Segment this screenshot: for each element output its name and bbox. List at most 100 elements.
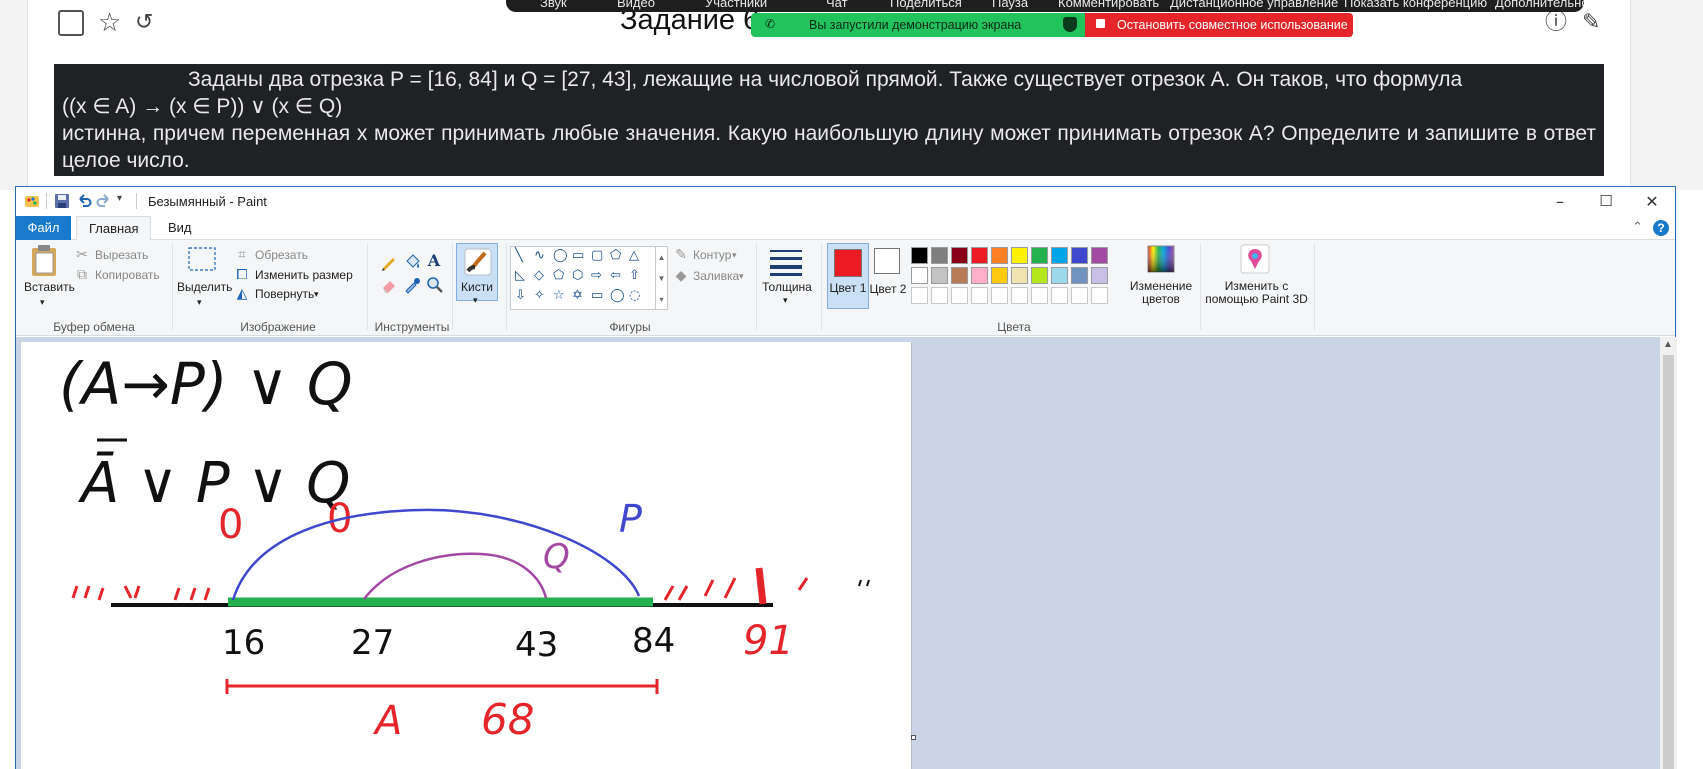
rectangle-shape-icon[interactable]: ▭ [572, 249, 584, 263]
palette-swatch-empty[interactable] [1051, 287, 1068, 304]
zoom-annotate-button[interactable]: Комментировать [1058, 0, 1159, 10]
palette-swatch[interactable] [1031, 247, 1048, 264]
palette-swatch[interactable] [1071, 247, 1088, 264]
palette-swatch[interactable] [991, 267, 1008, 284]
five-point-star-shape-icon[interactable]: ☆ [553, 289, 565, 303]
zoom-audio-button[interactable]: Звук [540, 0, 567, 10]
palette-swatch[interactable] [1011, 247, 1028, 264]
palette-swatch[interactable] [1051, 267, 1068, 284]
zoom-remote-control-button[interactable]: Дистанционное управление [1170, 0, 1338, 10]
size-dropdown-icon[interactable]: ▾ [783, 293, 788, 307]
hexagon-shape-icon[interactable]: ⬡ [572, 269, 583, 283]
rounded-callout-shape-icon[interactable]: ▭ [591, 289, 603, 303]
eraser-tool-icon[interactable] [380, 276, 398, 294]
left-arrow-shape-icon[interactable]: ⇦ [610, 269, 621, 283]
palette-swatch-empty[interactable] [911, 287, 928, 304]
select-button[interactable]: Выделить [177, 280, 232, 294]
palette-swatch[interactable] [1071, 267, 1088, 284]
palette-swatch[interactable] [951, 247, 968, 264]
palette-swatch[interactable] [1091, 247, 1108, 264]
scrollbar-thumb[interactable] [1663, 355, 1674, 769]
fill-dropdown-icon[interactable]: ▾ [739, 269, 744, 283]
paste-dropdown-icon[interactable]: ▾ [40, 295, 45, 309]
color-picker-icon[interactable] [403, 276, 421, 294]
customize-quick-access-icon[interactable]: ▾ [117, 193, 122, 204]
tab-home[interactable]: Главная [76, 216, 152, 241]
size-button[interactable]: Толщина [760, 280, 814, 294]
outline-button[interactable]: Контур [693, 248, 731, 262]
canvas-resize-handle[interactable] [911, 735, 916, 740]
zoom-chat-button[interactable]: Чат [826, 0, 848, 10]
curve-shape-icon[interactable]: ∿ [534, 249, 545, 263]
rotate-button[interactable]: Повернуть [255, 287, 314, 301]
zoom-video-button[interactable]: Видео [617, 0, 655, 10]
pentagon-shape-icon[interactable]: ⬠ [553, 269, 564, 283]
fill-tool-icon[interactable] [403, 253, 421, 271]
info-icon[interactable]: ⓘ [1545, 8, 1567, 38]
paint3d-icon[interactable] [1240, 244, 1270, 274]
palette-swatch[interactable] [991, 247, 1008, 264]
fill-button[interactable]: Заливка [693, 269, 739, 283]
save-icon[interactable] [54, 193, 70, 209]
copy-button[interactable]: Копировать [95, 268, 160, 282]
color2-button[interactable]: Цвет 2 [868, 283, 908, 296]
palette-swatch-empty[interactable] [1071, 287, 1088, 304]
right-arrow-shape-icon[interactable]: ⇨ [591, 269, 602, 283]
star-icon[interactable]: ☆ [98, 8, 121, 38]
edit-colors-icon[interactable] [1147, 245, 1175, 273]
redo-icon[interactable] [96, 193, 112, 209]
paste-icon[interactable] [30, 244, 60, 278]
rotate-dropdown-icon[interactable]: ▾ [314, 287, 319, 301]
palette-swatch-empty[interactable] [1031, 287, 1048, 304]
six-point-star-shape-icon[interactable]: ✡ [572, 289, 583, 303]
cloud-callout-shape-icon[interactable]: ◌ [629, 289, 640, 303]
pencil-tool-icon[interactable] [380, 253, 398, 271]
maximize-button[interactable]: ☐ [1583, 187, 1629, 216]
task-checkbox[interactable] [58, 10, 84, 36]
palette-swatch[interactable] [1051, 247, 1068, 264]
palette-swatch-empty[interactable] [951, 287, 968, 304]
palette-swatch-empty[interactable] [1011, 287, 1028, 304]
zoom-show-meeting-button[interactable]: Показать конференцию [1344, 0, 1487, 10]
paint3d-button[interactable]: Изменить с помощью Paint 3D [1204, 280, 1309, 306]
paste-button[interactable]: Вставить [24, 280, 75, 294]
palette-swatch[interactable] [971, 247, 988, 264]
outline-dropdown-icon[interactable]: ▾ [732, 248, 737, 262]
zoom-share-button[interactable]: Поделиться [890, 0, 962, 10]
drawing-canvas[interactable]: (A→P) ∨ Q Ā ∨ P ∨ Q 0 0 P Q 16 27 43 84 … [21, 342, 911, 769]
help-icon[interactable]: ? [1653, 220, 1669, 236]
stop-share-button[interactable]: Остановить совместное использование [1085, 13, 1353, 37]
select-dropdown-icon[interactable]: ▾ [197, 295, 202, 309]
scroll-up-icon[interactable]: ▲ [1663, 339, 1673, 350]
paint-app-icon[interactable] [24, 193, 40, 209]
zoom-participants-button[interactable]: Участники [705, 0, 767, 10]
color1-button[interactable]: Цвет 1 [827, 243, 869, 309]
zoom-pause-button[interactable]: Пауза [992, 0, 1028, 10]
palette-swatch-empty[interactable] [991, 287, 1008, 304]
collapse-ribbon-icon[interactable]: ⌃ [1632, 219, 1643, 235]
palette-swatch[interactable] [911, 247, 928, 264]
palette-swatch[interactable] [1091, 267, 1108, 284]
palette-swatch[interactable] [931, 247, 948, 264]
history-icon[interactable]: ↺ [135, 8, 153, 38]
tab-file[interactable]: Файл [16, 216, 71, 240]
tab-view[interactable]: Вид [156, 216, 204, 241]
magnifier-icon[interactable] [426, 276, 444, 294]
diamond-shape-icon[interactable]: ◇ [534, 269, 544, 283]
select-icon[interactable] [187, 246, 217, 272]
line-shape-icon[interactable]: ╲ [515, 249, 523, 263]
palette-swatch-empty[interactable] [1091, 287, 1108, 304]
vertical-scrollbar[interactable]: ▲ [1660, 337, 1677, 769]
palette-swatch[interactable] [971, 267, 988, 284]
palette-swatch-empty[interactable] [971, 287, 988, 304]
cut-button[interactable]: Вырезать [95, 248, 148, 262]
triangle-shape-icon[interactable]: △ [629, 249, 639, 263]
close-button[interactable]: ✕ [1629, 187, 1675, 216]
resize-button[interactable]: Изменить размер [255, 268, 353, 282]
polygon-shape-icon[interactable]: ⬠ [610, 249, 621, 263]
palette-swatch[interactable] [1011, 267, 1028, 284]
color2-swatch[interactable] [874, 248, 900, 274]
oval-callout-shape-icon[interactable]: ◯ [610, 289, 625, 303]
text-tool-icon[interactable]: A [426, 253, 442, 269]
minimize-button[interactable]: – [1537, 187, 1583, 216]
